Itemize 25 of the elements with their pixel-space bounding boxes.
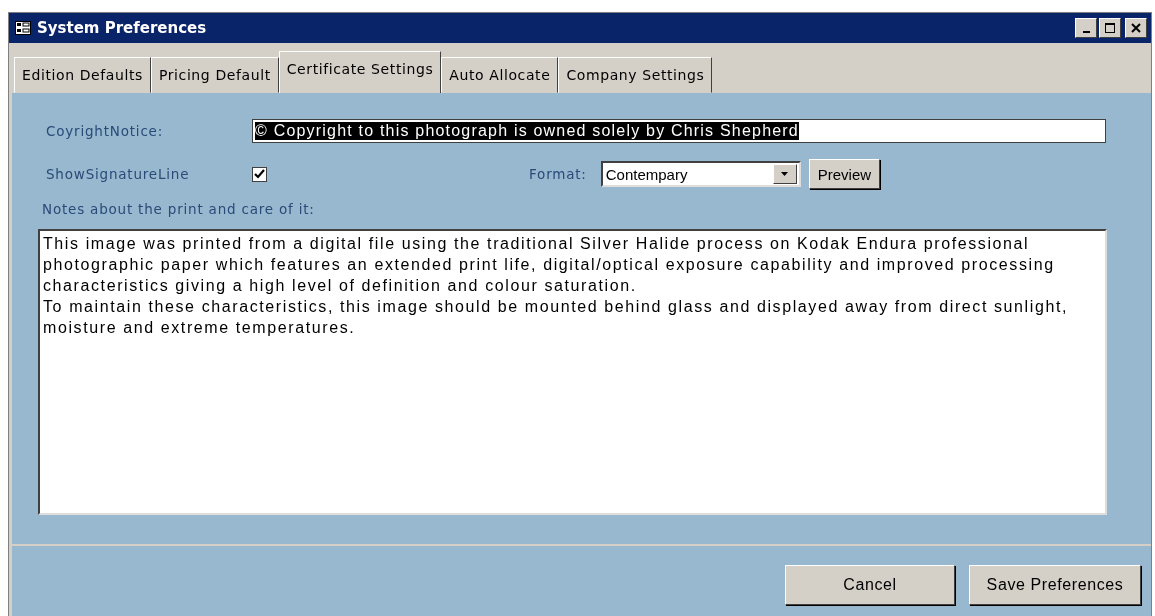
dialog-button[interactable]: Save Preferences — [969, 565, 1141, 605]
form-icon — [15, 21, 31, 35]
close-button[interactable] — [1125, 18, 1147, 38]
dialog-button[interactable]: Cancel — [785, 565, 955, 605]
field-label: CoyrightNotice: — [46, 123, 165, 139]
tab[interactable]: Auto Allocate — [441, 57, 559, 93]
maximize-icon — [1105, 23, 1115, 33]
minimize-button[interactable] — [1075, 18, 1097, 38]
tab[interactable]: Certificate Settings — [278, 51, 442, 93]
checkbox-label: ShowSignatureLine — [46, 166, 191, 182]
minimize-icon — [1082, 31, 1090, 33]
preview-button[interactable]: Preview — [808, 159, 881, 189]
format-dropdown[interactable]: Contempary — [600, 161, 801, 187]
tab[interactable]: Pricing Default — [150, 57, 279, 93]
field-value: © Copyright to this photograph is owned solely by Chris Shepherd — [255, 122, 799, 140]
close-icon — [1131, 23, 1141, 33]
notes-label: Notes about the print and care of it: — [42, 201, 316, 219]
field-label: Format: — [529, 166, 587, 182]
maximize-button[interactable] — [1099, 18, 1121, 38]
notes-textarea[interactable]: This image was printed from a digital file using the traditional Silver Halide process on Kodak Endura professional photographic paper which features an extended print life, digital/optical exposure capability and improved processing characteristics giving a high level of definition and colour saturation. To maintain these characteristics, this image should be mounted behind glass and displayed away from direct sunlight, moisture and extreme temperatures. — [38, 229, 1107, 515]
input-field[interactable]: © Copyright to this photograph is owned solely by Chris Shepherd — [252, 119, 1106, 143]
checkbox[interactable] — [252, 166, 267, 182]
tab[interactable]: Company Settings — [558, 57, 713, 93]
tab[interactable]: Edition Defaults — [14, 57, 151, 93]
window-title: System Preferences — [37, 19, 207, 37]
